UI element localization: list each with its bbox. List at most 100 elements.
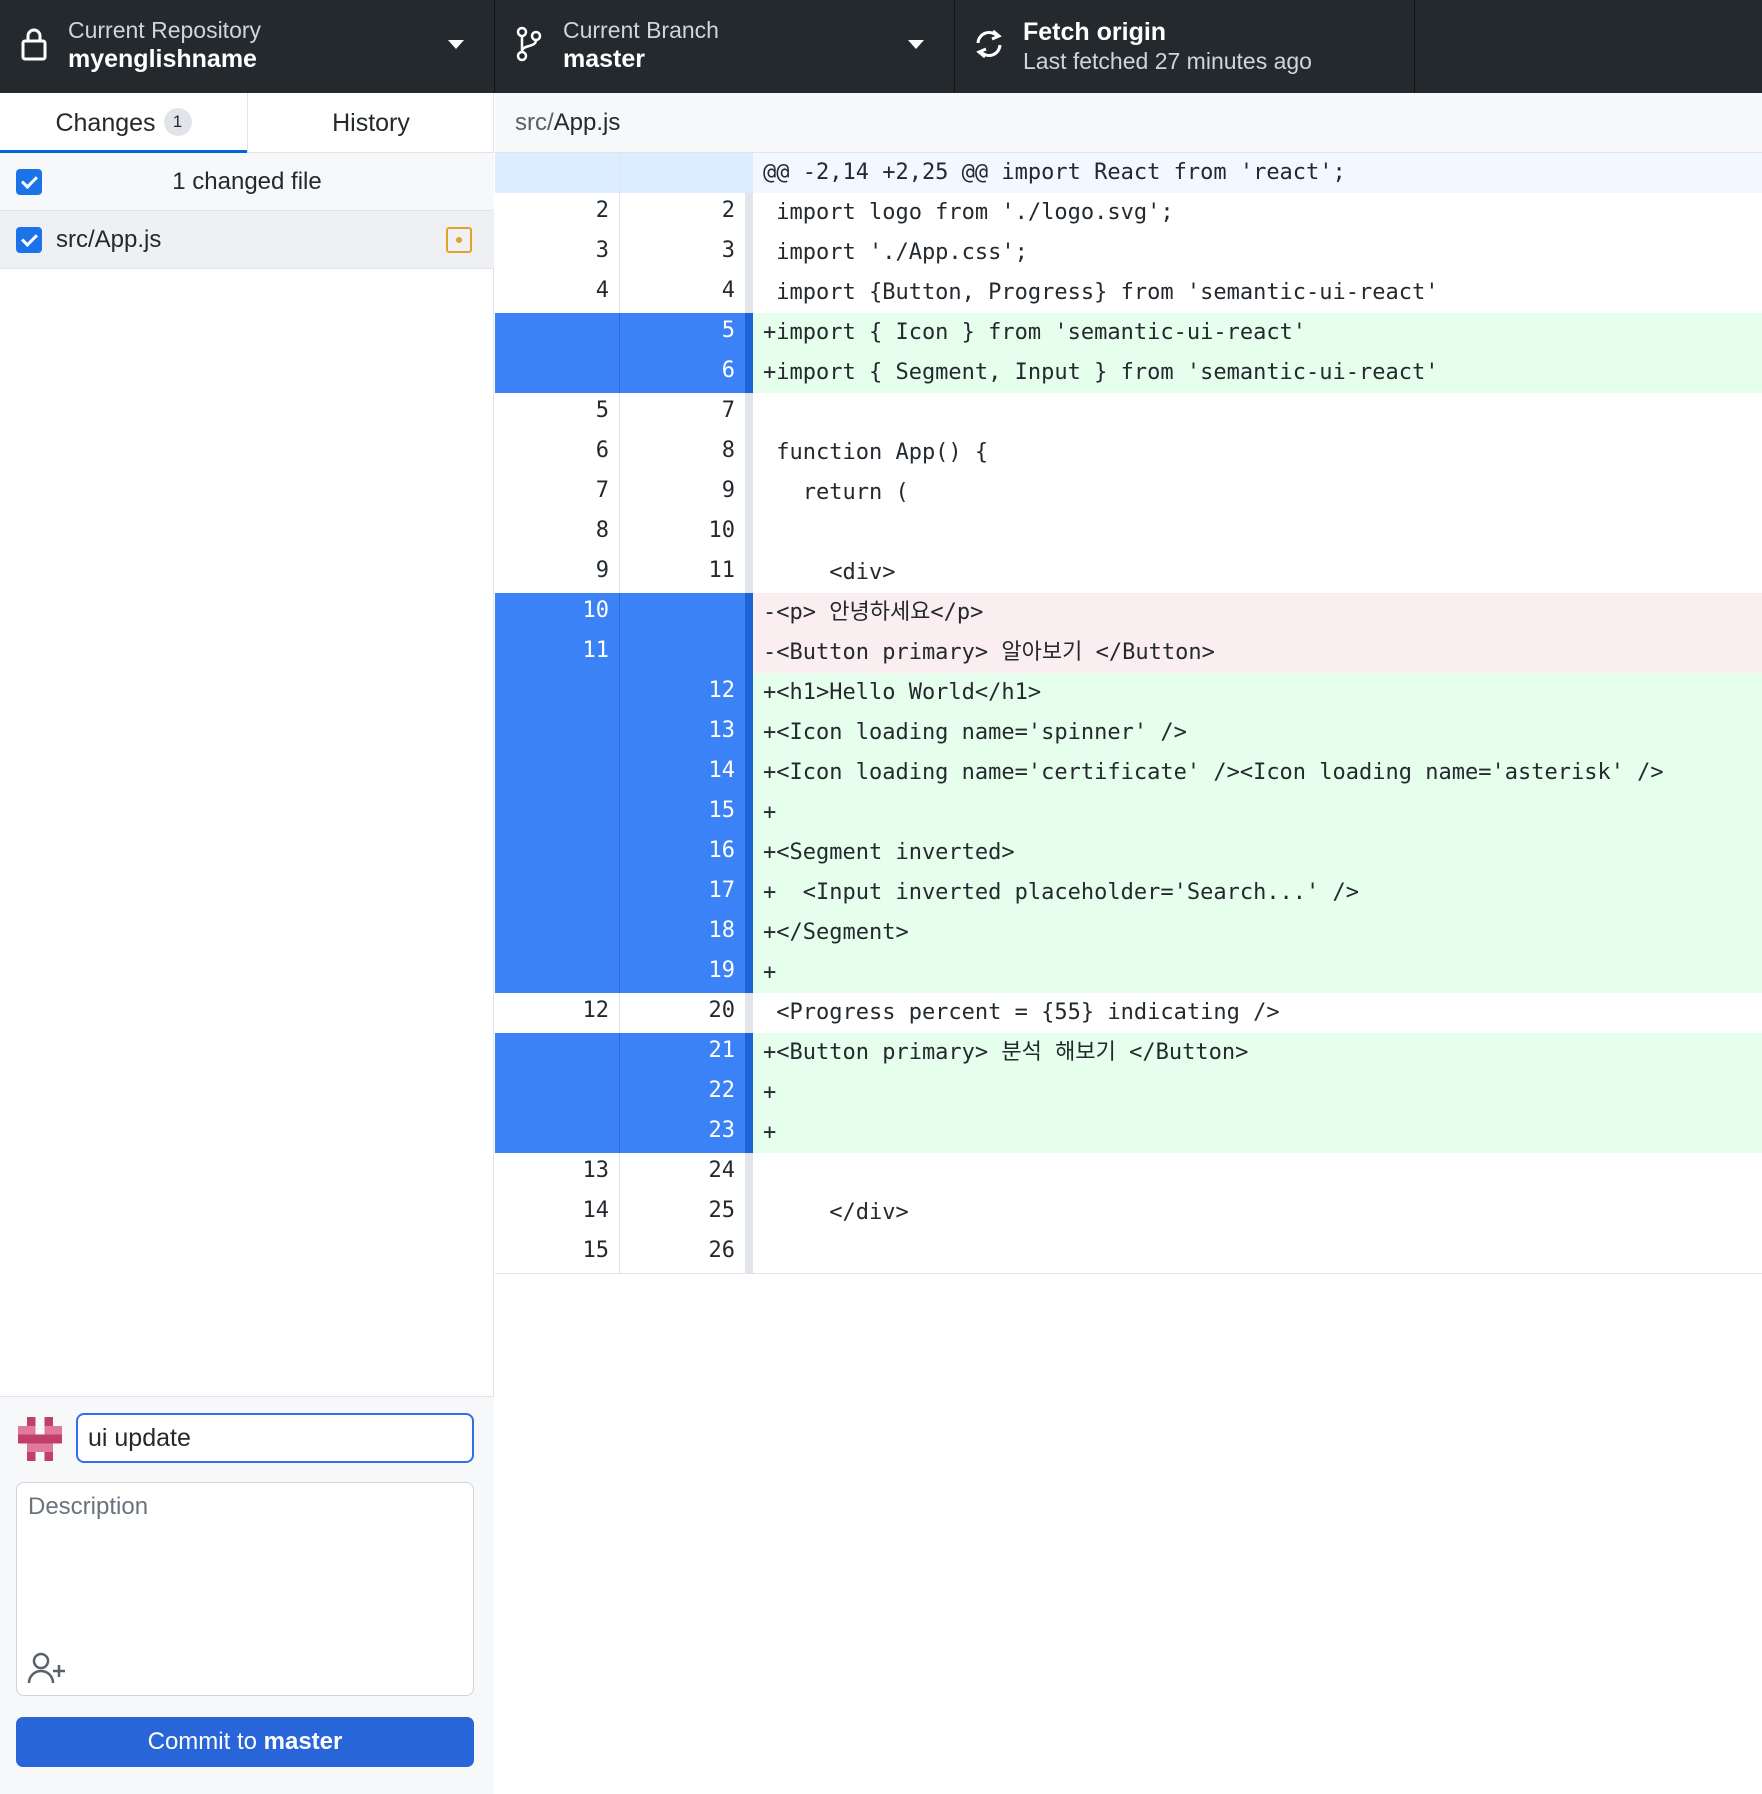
diff-line-context[interactable]: 57 (495, 393, 1762, 433)
new-line-number[interactable] (620, 153, 745, 193)
new-line-number[interactable]: 20 (620, 993, 745, 1033)
old-line-number[interactable] (495, 1033, 620, 1073)
new-line-number[interactable]: 8 (620, 433, 745, 473)
diff-line-added[interactable]: 19 + (495, 953, 1762, 993)
commit-button-branch: master (263, 1728, 343, 1755)
diff-line-context[interactable]: 33 import './App.css'; (495, 233, 1762, 273)
old-line-number[interactable]: 9 (495, 553, 620, 593)
new-line-number[interactable]: 26 (620, 1233, 745, 1273)
diff-line-context[interactable]: 15 26 (495, 1233, 1762, 1273)
old-line-number[interactable]: 15 (495, 1233, 620, 1273)
tab-history[interactable]: History (247, 93, 494, 153)
add-person-icon[interactable] (27, 1651, 67, 1685)
old-line-number[interactable] (495, 753, 620, 793)
old-line-number[interactable]: 2 (495, 193, 620, 233)
diff-line-context[interactable]: 9 11 <div> (495, 553, 1762, 593)
old-line-number[interactable] (495, 873, 620, 913)
new-line-number[interactable]: 17 (620, 873, 745, 913)
diff-line-context[interactable]: 8 10 (495, 513, 1762, 553)
diff-line-deleted[interactable]: 10 -<p> 안녕하세요</p> (495, 593, 1762, 633)
old-line-number[interactable] (495, 1113, 620, 1153)
diff-line-context[interactable]: 44 import {Button, Progress} from 'seman… (495, 273, 1762, 313)
new-line-number[interactable]: 13 (620, 713, 745, 753)
old-line-number[interactable]: 8 (495, 513, 620, 553)
commit-panel: Commit to master (0, 1396, 494, 1794)
diff-line-context[interactable]: 13 24 (495, 1153, 1762, 1193)
diff-gutter-bar (745, 1113, 753, 1153)
old-line-number[interactable]: 12 (495, 993, 620, 1033)
diff-line-context[interactable]: 68 function App() { (495, 433, 1762, 473)
diff-code-text: +import { Segment, Input } from 'semanti… (753, 353, 1762, 393)
new-line-number[interactable]: 6 (620, 353, 745, 393)
new-line-number[interactable]: 18 (620, 913, 745, 953)
old-line-number[interactable] (495, 673, 620, 713)
diff-line-added[interactable]: 12 +<h1>Hello World</h1> (495, 673, 1762, 713)
new-line-number[interactable]: 2 (620, 193, 745, 233)
new-line-number[interactable]: 12 (620, 673, 745, 713)
old-line-number[interactable]: 3 (495, 233, 620, 273)
commit-button[interactable]: Commit to master (16, 1717, 474, 1767)
new-line-number[interactable]: 7 (620, 393, 745, 433)
select-all-checkbox[interactable] (16, 169, 42, 195)
old-line-number[interactable]: 4 (495, 273, 620, 313)
diff-line-added[interactable]: 21 +<Button primary> 분석 해보기 </Button> (495, 1033, 1762, 1073)
new-line-number[interactable]: 21 (620, 1033, 745, 1073)
old-line-number[interactable] (495, 1073, 620, 1113)
old-line-number[interactable] (495, 353, 620, 393)
tab-changes[interactable]: Changes 1 (0, 93, 247, 154)
old-line-number[interactable]: 5 (495, 393, 620, 433)
old-line-number[interactable] (495, 153, 620, 193)
diff-line-added[interactable]: 15 + (495, 793, 1762, 833)
new-line-number[interactable]: 25 (620, 1193, 745, 1233)
diff-line-context[interactable]: 12 20 <Progress percent = {55} indicating… (495, 993, 1762, 1033)
commit-description-input[interactable] (17, 1483, 473, 1633)
old-line-number[interactable]: 10 (495, 593, 620, 633)
old-line-number[interactable]: 13 (495, 1153, 620, 1193)
new-line-number[interactable]: 24 (620, 1153, 745, 1193)
diff-line-added[interactable]: 22 + (495, 1073, 1762, 1113)
old-line-number[interactable] (495, 953, 620, 993)
new-line-number[interactable] (620, 633, 745, 673)
diff-line-context[interactable]: 22 import logo from './logo.svg'; (495, 193, 1762, 233)
old-line-number[interactable] (495, 313, 620, 353)
commit-summary-input[interactable] (76, 1413, 474, 1463)
diff-line-added[interactable]: 6 +import { Segment, Input } from 'semant… (495, 353, 1762, 393)
diff-line-added[interactable]: 5 +import { Icon } from 'semantic-ui-reac… (495, 313, 1762, 353)
diff-line-added[interactable]: 17 + <Input inverted placeholder='Search.… (495, 873, 1762, 913)
new-line-number[interactable]: 11 (620, 553, 745, 593)
new-line-number[interactable]: 9 (620, 473, 745, 513)
diff-line-context[interactable]: 14 25 </div> (495, 1193, 1762, 1233)
old-line-number[interactable]: 7 (495, 473, 620, 513)
new-line-number[interactable]: 22 (620, 1073, 745, 1113)
diff-line-added[interactable]: 18 +</Segment> (495, 913, 1762, 953)
diff-line-added[interactable]: 23 + (495, 1113, 1762, 1153)
diff-line-context[interactable]: 79 return ( (495, 473, 1762, 513)
old-line-number[interactable] (495, 833, 620, 873)
old-line-number[interactable]: 14 (495, 1193, 620, 1233)
current-repository-dropdown[interactable]: Current Repository myenglishname (0, 0, 495, 93)
old-line-number[interactable]: 6 (495, 433, 620, 473)
diff-line-deleted[interactable]: 11 -<Button primary> 알아보기 </Button> (495, 633, 1762, 673)
diff-gutter-bar (745, 233, 753, 273)
new-line-number[interactable]: 5 (620, 313, 745, 353)
old-line-number[interactable] (495, 713, 620, 753)
new-line-number[interactable] (620, 593, 745, 633)
current-branch-dropdown[interactable]: Current Branch master (495, 0, 955, 93)
new-line-number[interactable]: 23 (620, 1113, 745, 1153)
diff-line-added[interactable]: 13 +<Icon loading name='spinner' /> (495, 713, 1762, 753)
fetch-origin-button[interactable]: Fetch origin Last fetched 27 minutes ago (955, 0, 1415, 93)
new-line-number[interactable]: 3 (620, 233, 745, 273)
diff-line-added[interactable]: 14 +<Icon loading name='certificate' /><I… (495, 753, 1762, 793)
diff-line-added[interactable]: 16 +<Segment inverted> (495, 833, 1762, 873)
old-line-number[interactable] (495, 793, 620, 833)
new-line-number[interactable]: 15 (620, 793, 745, 833)
file-include-checkbox[interactable] (16, 227, 42, 253)
old-line-number[interactable] (495, 913, 620, 953)
new-line-number[interactable]: 19 (620, 953, 745, 993)
old-line-number[interactable]: 11 (495, 633, 620, 673)
new-line-number[interactable]: 10 (620, 513, 745, 553)
file-list-item[interactable]: src/App.js (0, 211, 494, 269)
new-line-number[interactable]: 4 (620, 273, 745, 313)
new-line-number[interactable]: 16 (620, 833, 745, 873)
new-line-number[interactable]: 14 (620, 753, 745, 793)
